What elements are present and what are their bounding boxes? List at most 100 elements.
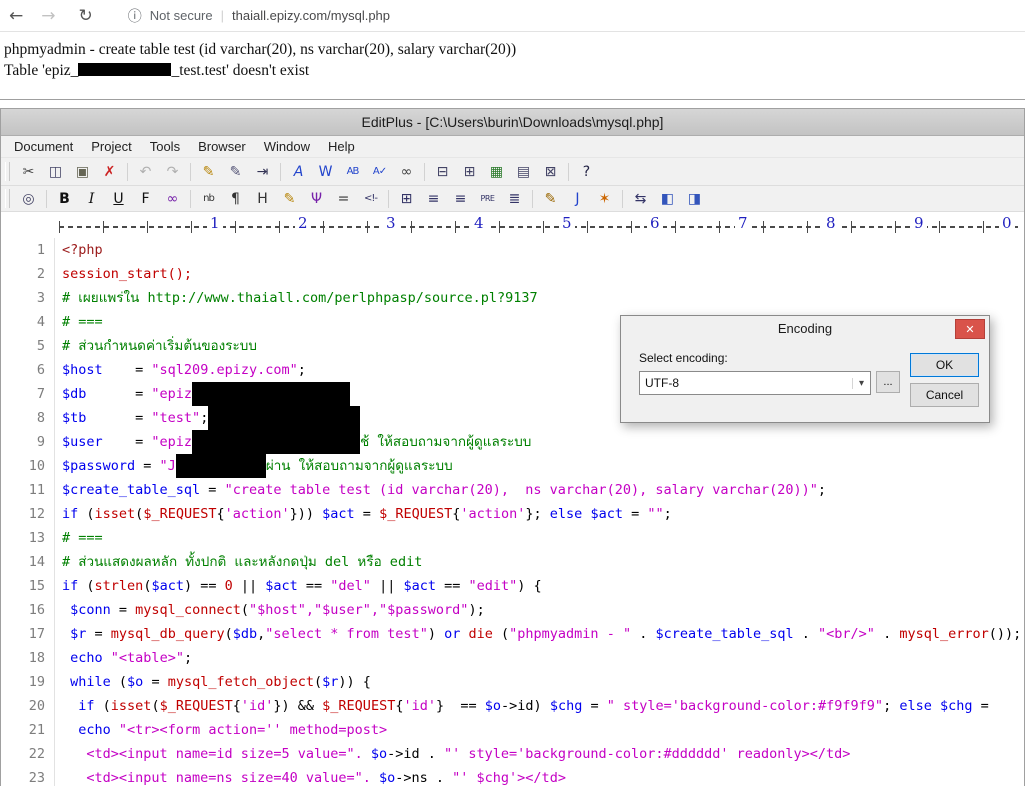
browser-preview-icon[interactable]: ◎ bbox=[16, 187, 41, 210]
undo-icon[interactable]: ↶ bbox=[133, 160, 158, 183]
code-line[interactable]: 14 # ส่วนแสดงผลหลัก ทั้งปกติ และหลังกดปุ่… bbox=[1, 550, 1024, 574]
code-token: # เผยแพร่ใน http://www.thaiall.com/perlp… bbox=[62, 290, 538, 306]
code-token: $o bbox=[378, 770, 396, 786]
wrap-w-icon[interactable]: W bbox=[313, 160, 338, 183]
close-icon[interactable]: ✕ bbox=[955, 319, 985, 339]
list-icon[interactable]: ≣ bbox=[502, 187, 527, 210]
code-line[interactable]: 23 <td><input name=ns size=40 value=". $… bbox=[1, 766, 1024, 786]
copy-icon[interactable]: ◫ bbox=[43, 160, 68, 183]
titlebar: EditPlus - [C:\Users\burin\Downloads\mys… bbox=[1, 109, 1024, 136]
menu-item-project[interactable]: Project bbox=[82, 138, 140, 155]
window-cascade-icon[interactable]: ▦ bbox=[484, 160, 509, 183]
code-line[interactable]: 21 echo "<tr><form action='' method=post… bbox=[1, 718, 1024, 742]
encoding-select[interactable]: UTF-8 ▾ bbox=[639, 371, 871, 395]
menu-item-document[interactable]: Document bbox=[5, 138, 82, 155]
url-separator: | bbox=[220, 8, 225, 23]
redo-icon[interactable]: ↷ bbox=[160, 160, 185, 183]
font-icon[interactable]: F bbox=[133, 187, 158, 210]
window-close-icon[interactable]: ⊠ bbox=[538, 160, 563, 183]
comment-icon[interactable]: <!- bbox=[358, 187, 383, 210]
code-line[interactable]: 20 if (isset($_REQUEST{'id'}) && $_REQUE… bbox=[1, 694, 1024, 718]
code-token: ; bbox=[817, 482, 827, 498]
url-text[interactable]: thaiall.epizy.com/mysql.php bbox=[232, 8, 390, 23]
chevron-down-icon: ▾ bbox=[852, 377, 870, 389]
delete-icon[interactable]: ✗ bbox=[97, 160, 122, 183]
code-line[interactable]: 22 <td><input name=id size=5 value=". $o… bbox=[1, 742, 1024, 766]
window-split-vertical-icon[interactable]: ⊞ bbox=[457, 160, 482, 183]
menu-item-help[interactable]: Help bbox=[319, 138, 364, 155]
code-token: $create_table_sql bbox=[62, 482, 201, 498]
panel-left-icon[interactable]: ◧ bbox=[655, 187, 680, 210]
code-token: # ส่วนกำหนดค่าเริ่มต้นของระบบ bbox=[62, 338, 257, 354]
info-icon[interactable]: ⓘ bbox=[128, 6, 142, 26]
paste-icon[interactable]: ▣ bbox=[70, 160, 95, 183]
code-text: session_start(); bbox=[55, 262, 192, 286]
browse-button[interactable]: ... bbox=[876, 371, 900, 393]
code-token: mysql_error bbox=[899, 626, 989, 642]
code-line[interactable]: 13 # === bbox=[1, 526, 1024, 550]
code-line[interactable]: 17 $r = mysql_db_query($db,"select * fro… bbox=[1, 622, 1024, 646]
context-help-icon[interactable]: ? bbox=[574, 160, 599, 183]
align-left-icon[interactable]: ≡ bbox=[421, 187, 446, 210]
code-line[interactable]: 18 echo "<table>"; bbox=[1, 646, 1024, 670]
redaction-box bbox=[208, 406, 361, 430]
marker-icon[interactable]: ✎ bbox=[223, 160, 248, 183]
window-tile-icon[interactable]: ▤ bbox=[511, 160, 536, 183]
cancel-button[interactable]: Cancel bbox=[910, 383, 979, 407]
window-split-horizontal-icon[interactable]: ⊟ bbox=[430, 160, 455, 183]
panel-right-icon[interactable]: ◨ bbox=[682, 187, 707, 210]
code-line[interactable]: 15 if (strlen($act) == 0 || $act == "del"… bbox=[1, 574, 1024, 598]
bold-icon[interactable]: B bbox=[52, 187, 77, 210]
eye-icon[interactable]: ∞ bbox=[160, 187, 185, 210]
back-icon[interactable]: ← bbox=[9, 6, 23, 26]
view-glasses-icon[interactable]: ∞ bbox=[394, 160, 419, 183]
italic-icon[interactable]: I bbox=[79, 187, 104, 210]
nbsp-icon[interactable]: nb bbox=[196, 187, 221, 210]
cut-icon[interactable]: ✂ bbox=[16, 160, 41, 183]
code-token: ( bbox=[240, 602, 249, 618]
pencil-icon[interactable]: ✎ bbox=[277, 187, 302, 210]
code-line[interactable]: 16 $conn = mysql_connect("$host","$user"… bbox=[1, 598, 1024, 622]
attribute-a-icon[interactable]: A bbox=[286, 160, 311, 183]
script-icon[interactable]: ✎ bbox=[538, 187, 563, 210]
anchor-icon[interactable]: Ψ bbox=[304, 187, 329, 210]
underline-icon[interactable]: U bbox=[106, 187, 131, 210]
sync-icon[interactable]: ⇆ bbox=[628, 187, 653, 210]
debug-icon[interactable]: ✶ bbox=[592, 187, 617, 210]
align-center-icon[interactable]: ≡ bbox=[448, 187, 473, 210]
line-number: 8 bbox=[1, 406, 55, 430]
spellcheck-icon[interactable]: AB bbox=[340, 160, 365, 183]
code-line[interactable]: 11 $create_table_sql = "create table test… bbox=[1, 478, 1024, 502]
code-token: || bbox=[370, 578, 404, 594]
code-line[interactable]: 3 # เผยแพร่ใน http://www.thaiall.com/perl… bbox=[1, 286, 1024, 310]
code-token: = bbox=[102, 362, 152, 378]
code-line[interactable]: 9 $user = "epiz ช้ ให้สอบถามจากผู้ดูแลระบบ bbox=[1, 430, 1024, 454]
menu-item-window[interactable]: Window bbox=[255, 138, 319, 155]
code-token: ) bbox=[427, 626, 445, 642]
hr-icon[interactable]: = bbox=[331, 187, 356, 210]
code-token: ( bbox=[492, 626, 510, 642]
code-line[interactable]: 2 session_start(); bbox=[1, 262, 1024, 286]
ok-button[interactable]: OK bbox=[910, 353, 979, 377]
menu-item-browser[interactable]: Browser bbox=[189, 138, 255, 155]
code-token: $r bbox=[70, 626, 87, 642]
code-line[interactable]: 1 <?php bbox=[1, 238, 1024, 262]
code-line[interactable]: 12 if (isset($_REQUEST{'action'})) $act =… bbox=[1, 502, 1024, 526]
javascript-icon[interactable]: J bbox=[565, 187, 590, 210]
refresh-icon[interactable]: ↻ bbox=[79, 6, 93, 26]
code-text: # ส่วนกำหนดค่าเริ่มต้นของระบบ bbox=[55, 334, 257, 358]
code-line[interactable]: 10 $password = "J ผ่าน ให้สอบถามจากผู้ดูแล… bbox=[1, 454, 1024, 478]
menu-item-tools[interactable]: Tools bbox=[141, 138, 189, 155]
code-text: <td><input name=ns size=40 value=". $o->… bbox=[55, 766, 566, 786]
code-line[interactable]: 19 while ($o = mysql_fetch_object($r)) { bbox=[1, 670, 1024, 694]
spellcheck-auto-icon[interactable]: A✓ bbox=[367, 160, 392, 183]
pre-icon[interactable]: PRE bbox=[475, 187, 500, 210]
paragraph-icon[interactable]: ¶ bbox=[223, 187, 248, 210]
table-icon[interactable]: ⊞ bbox=[394, 187, 419, 210]
forward-icon[interactable]: → bbox=[41, 6, 55, 26]
heading-icon[interactable]: H bbox=[250, 187, 275, 210]
highlight-icon[interactable]: ✎ bbox=[196, 160, 221, 183]
ruler-number: 8 bbox=[823, 214, 839, 232]
indent-icon[interactable]: ⇥ bbox=[250, 160, 275, 183]
